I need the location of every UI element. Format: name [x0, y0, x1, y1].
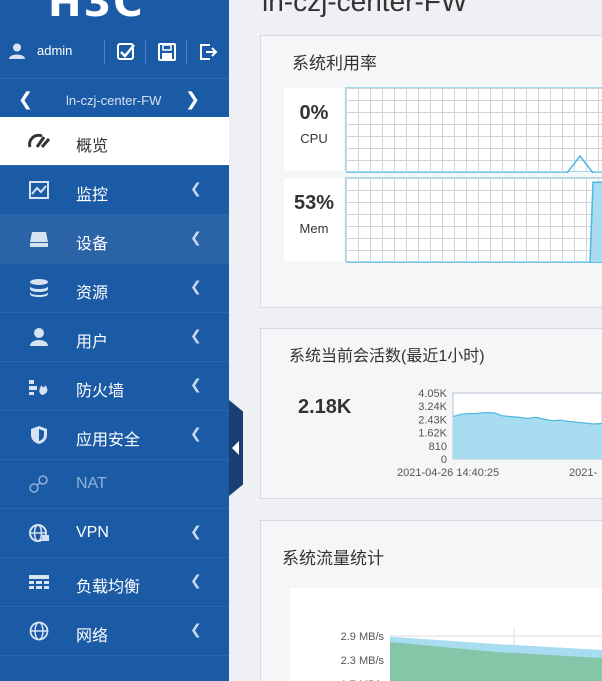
mem-series-area: [346, 181, 602, 263]
chevron-left-icon: ❮: [190, 327, 202, 343]
sidebar-item-label: 概览: [76, 138, 109, 155]
sidebar-item-label: 应用安全: [76, 432, 141, 449]
network-icon: [29, 621, 49, 641]
chevron-left-icon: ❮: [190, 425, 202, 441]
sidebar-item-app-security[interactable]: 应用安全 ❮: [0, 411, 229, 460]
session-y-tick-label: 4.05K: [418, 388, 447, 400]
save-icon[interactable]: [157, 42, 177, 62]
cpu-value: 0%: [299, 102, 329, 124]
flow-y-tick-label: 2.3 MB/s: [341, 655, 385, 667]
user-icon: [30, 328, 48, 346]
check-icon[interactable]: [116, 42, 136, 62]
sidebar-item-label: NAT: [76, 475, 107, 492]
logo: H3C: [0, 0, 229, 28]
device-icon: [30, 232, 48, 247]
session-current-value: 2.18K: [298, 396, 352, 418]
session-y-tick-label: 2.43K: [418, 414, 447, 426]
session-y-tick-label: 3.24K: [418, 401, 447, 413]
triangle-left-icon: [232, 441, 239, 455]
flow-y-tick-label: 2.9 MB/s: [341, 631, 385, 643]
sidebar-item-label: 用户: [76, 334, 109, 351]
mem-chart: [345, 177, 602, 263]
resource-icon: [30, 279, 48, 297]
mem-value: 53%: [293, 192, 335, 214]
sidebar-item-device[interactable]: 设备 ❮: [0, 215, 229, 264]
flow-panel-title: 系统流量统计: [282, 549, 384, 568]
page-title: ln-czj-center-FW: [262, 0, 468, 17]
user-bar: admin: [0, 34, 229, 70]
flow-chart-area: 2.9 MB/s2.3 MB/s1.7 MB/s: [290, 588, 602, 681]
device-switcher: ❮ ln-czj-center-FW ❯: [0, 78, 229, 116]
sidebar-item-firewall[interactable]: 防火墙 ❮: [0, 362, 229, 411]
sidebar: H3C admin ❮ ln-czj-center-FW ❯ 概览 监控 ❮ 设…: [0, 0, 229, 681]
sidebar-item-label: 设备: [76, 236, 109, 253]
cpu-metric: 0% CPU: [284, 88, 344, 171]
sidebar-item-load-balance[interactable]: 负载均衡 ❮: [0, 558, 229, 607]
sidebar-item-overview[interactable]: 概览: [0, 117, 229, 166]
logo-text: H3C: [48, 0, 145, 26]
session-chart: 4.05K3.24K2.43K 1.62K81002021-04-26 14:40…: [397, 388, 602, 479]
chevron-left-icon: ❮: [190, 180, 202, 196]
sidebar-item-label: 监控: [76, 187, 109, 204]
user-name: admin: [37, 43, 73, 58]
chevron-left-icon: ❮: [190, 523, 202, 539]
sidebar-item-nat[interactable]: NAT: [0, 460, 229, 509]
sidebar-item-vpn[interactable]: VPN ❮: [0, 509, 229, 558]
chevron-left-icon: ❮: [190, 621, 202, 637]
load-balance-icon: [29, 575, 49, 589]
sidebar-item-user[interactable]: 用户 ❮: [0, 313, 229, 362]
nav-menu: 概览 监控 ❮ 设备 ❮ 资源 ❮ 用户 ❮ 防火墙 ❮ 应用安全 ❮ NAT …: [0, 117, 229, 656]
session-panel-title: 系统当前会活数(最近1小时): [289, 348, 485, 365]
firewall-icon: [29, 380, 48, 395]
mem-label: Mem: [299, 221, 329, 236]
session-y-tick-label: 1.62K: [418, 428, 447, 440]
cpu-series-line: [346, 154, 602, 173]
session-x-tick-label: 2021-04-26 14:40:25: [397, 467, 499, 479]
next-device-icon[interactable]: ❯: [185, 89, 200, 110]
chevron-left-icon: ❮: [190, 229, 202, 245]
prev-device-icon[interactable]: ❮: [18, 89, 33, 110]
sidebar-item-resource[interactable]: 资源 ❮: [0, 264, 229, 313]
monitor-icon: [29, 181, 49, 199]
logout-icon[interactable]: [198, 42, 218, 62]
globe-icon: [29, 524, 49, 542]
chevron-left-icon: ❮: [190, 376, 202, 392]
sidebar-item-label: VPN: [76, 524, 109, 541]
device-name: ln-czj-center-FW: [66, 93, 162, 108]
mem-metric: 53% Mem: [284, 178, 344, 261]
sidebar-collapse-toggle[interactable]: [229, 400, 243, 496]
cpu-label: CPU: [300, 131, 328, 146]
sidebar-item-label: 负载均衡: [76, 579, 141, 596]
sidebar-item-label: 资源: [76, 285, 109, 302]
cpu-chart: [345, 87, 602, 173]
usage-panel-title: 系统利用率: [292, 54, 377, 73]
dashboard-icon: [28, 133, 50, 148]
sidebar-item-label: 网络: [76, 628, 109, 645]
chevron-left-icon: ❮: [190, 278, 202, 294]
session-y-tick-label: 0: [441, 454, 447, 466]
sidebar-item-network[interactable]: 网络 ❮: [0, 607, 229, 656]
sidebar-item-label: 防火墙: [76, 383, 125, 400]
sidebar-item-monitor[interactable]: 监控 ❮: [0, 166, 229, 215]
shield-icon: [31, 426, 47, 444]
user-avatar-icon: [9, 43, 25, 59]
session-x-tick-label: 2021-: [569, 467, 597, 479]
nat-icon: [29, 475, 48, 493]
session-y-tick-label: 810: [429, 441, 447, 453]
chevron-left-icon: ❮: [190, 572, 202, 588]
